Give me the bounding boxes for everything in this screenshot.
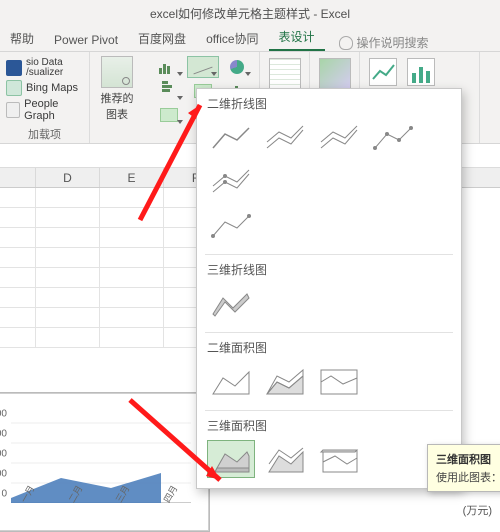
addin-visio[interactable]: sio Data /sualizer <box>6 58 83 78</box>
pivotchart-icon[interactable] <box>269 58 301 90</box>
group-addins: sio Data /sualizer Bing Maps People Grap… <box>0 52 90 143</box>
dd-title-2d-line: 二维折线图 <box>207 95 451 112</box>
3dmap-icon[interactable] <box>319 58 351 90</box>
y-tick: 1000 <box>0 449 7 460</box>
option-3d-area[interactable] <box>207 440 255 478</box>
recommended-charts-label: 推荐的 图表 <box>96 90 138 122</box>
tab-help[interactable]: 帮助 <box>0 26 44 51</box>
chart-x-axis: 一月 二月 三月 四月 <box>11 505 201 527</box>
tab-powerpivot[interactable]: Power Pivot <box>44 29 128 51</box>
visio-icon <box>6 60 22 76</box>
dd-title-3d-area: 三维面积图 <box>207 417 451 434</box>
line-chart-dropdown: 二维折线图 三维折线图 二维面积图 三维面积图 <box>196 88 462 489</box>
y-tick: 1500 <box>0 429 7 440</box>
option-stacked-line[interactable] <box>261 118 309 156</box>
addin-bing-label: Bing Maps <box>26 82 78 94</box>
col-header[interactable]: D <box>36 168 100 187</box>
title-bar: excel如何修改单元格主题样式 - Excel <box>0 0 500 26</box>
option-stacked-line-markers[interactable] <box>207 162 255 200</box>
recommended-charts-button[interactable]: 推荐的 图表 <box>96 56 138 122</box>
y-tick: 0 <box>1 489 7 500</box>
lightbulb-icon <box>339 36 353 50</box>
addin-bing[interactable]: Bing Maps <box>6 80 83 96</box>
addin-people[interactable]: People Graph <box>6 98 83 122</box>
dd-title-3d-line: 三维折线图 <box>207 261 451 278</box>
y-tick: 2000 <box>0 409 7 420</box>
option-3d-100-stacked-area[interactable] <box>315 440 363 478</box>
col-header[interactable]: E <box>100 168 164 187</box>
chart-btn-maps[interactable] <box>153 104 185 126</box>
tab-office[interactable]: office协同 <box>196 26 268 51</box>
option-3d-stacked-area[interactable] <box>261 440 309 478</box>
bing-icon <box>6 80 22 96</box>
people-icon <box>6 102 20 118</box>
option-100-stacked-line-markers[interactable] <box>207 206 255 244</box>
dd-section-3d-area: 三维面积图 <box>197 411 461 488</box>
option-3d-line[interactable] <box>207 284 255 322</box>
recommended-charts-icon <box>101 56 133 88</box>
dd-section-3d-line: 三维折线图 <box>197 255 461 332</box>
option-stacked-area[interactable] <box>261 362 309 400</box>
group-addins-label: 加载项 <box>6 124 83 142</box>
unit-label: (万元) <box>463 502 492 518</box>
chart-option-tooltip: 三维面积图 使用此图表： <box>427 444 500 492</box>
chart-btn-pie[interactable] <box>221 56 253 78</box>
sparkline-line-icon <box>369 58 397 86</box>
tab-design[interactable]: 表设计 <box>269 24 325 51</box>
tooltip-body: 使用此图表： <box>436 472 500 484</box>
dd-title-2d-area: 二维面积图 <box>207 339 451 356</box>
chart-btn-column[interactable] <box>153 56 185 78</box>
dd-section-2d-area: 二维面积图 <box>197 333 461 410</box>
chart-y-axis: 0 500 1000 1500 2000 <box>0 393 9 531</box>
y-tick: 500 <box>0 469 7 480</box>
embedded-area-chart[interactable]: 0 500 1000 1500 2000 一月 二月 三月 四月 <box>0 392 210 532</box>
addin-people-label: People Graph <box>24 98 83 122</box>
chart-btn-bar[interactable] <box>153 80 185 102</box>
tab-baidu[interactable]: 百度网盘 <box>128 26 196 51</box>
chart-btn-line[interactable] <box>187 56 219 78</box>
ribbon-tabs: 帮助 Power Pivot 百度网盘 office协同 表设计 操作说明搜索 <box>0 26 500 52</box>
dd-section-2d-line: 二维折线图 <box>197 89 461 254</box>
option-100-stacked-area[interactable] <box>315 362 363 400</box>
option-area[interactable] <box>207 362 255 400</box>
document-title: excel如何修改单元格主题样式 - Excel <box>150 5 350 22</box>
addin-visio-label: sio Data /sualizer <box>26 58 63 78</box>
sparkline-column-icon <box>407 58 435 86</box>
option-line[interactable] <box>207 118 255 156</box>
option-line-markers[interactable] <box>369 118 417 156</box>
tooltip-title: 三维面积图 <box>436 451 500 467</box>
tell-me-search[interactable]: 操作说明搜索 <box>339 34 429 51</box>
option-100-stacked-line[interactable] <box>315 118 363 156</box>
tell-me-label: 操作说明搜索 <box>357 34 429 51</box>
